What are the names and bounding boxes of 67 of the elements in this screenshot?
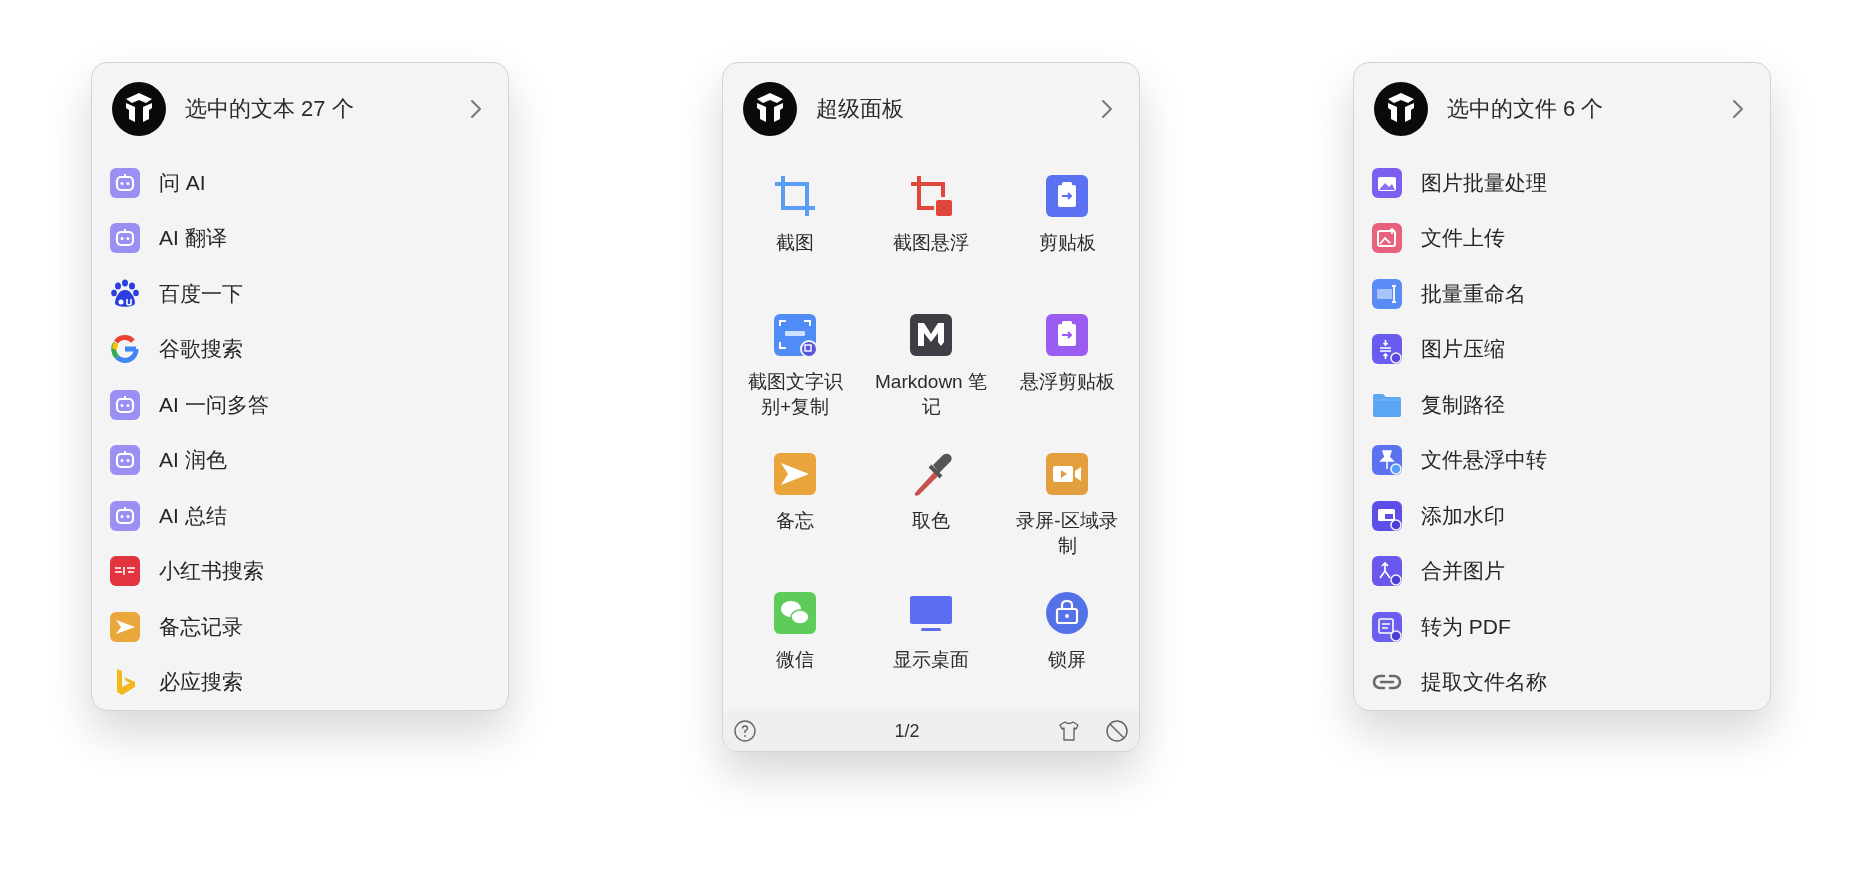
tool-label: 微信 [776, 648, 814, 672]
tool-label: 剪贴板 [1038, 231, 1096, 255]
image-icon [1371, 166, 1403, 199]
g-logo-icon [109, 333, 141, 366]
pin-icon [1371, 444, 1403, 477]
robot-icon [109, 444, 141, 477]
menu-item[interactable]: 百度一下 [92, 266, 508, 322]
menu-item[interactable]: 批量重命名 [1354, 266, 1770, 322]
menu-item[interactable]: 文件悬浮中转 [1354, 432, 1770, 488]
menu-item[interactable]: 文件上传 [1354, 210, 1770, 266]
tool-label: 录屏-区域录制 [1015, 509, 1119, 558]
clipboard-icon[interactable] [1044, 312, 1090, 358]
document-icon [1371, 610, 1403, 643]
menu-item[interactable]: 图片批量处理 [1354, 155, 1770, 211]
image-upload-icon [1371, 222, 1403, 255]
tool-label: 显示桌面 [893, 648, 969, 672]
logo-icon [112, 82, 166, 136]
panel-title: 选中的文本 27 个 [185, 95, 355, 123]
menu-item[interactable]: 小红书搜索 [92, 543, 508, 599]
tool-label: Markdown 笔记 [875, 370, 987, 419]
robot-icon [109, 499, 141, 532]
menu-item[interactable]: AI 翻译 [92, 210, 508, 266]
logo-icon [1374, 82, 1428, 136]
tool-label: 悬浮剪贴板 [1019, 370, 1115, 394]
page-indicator: 1/2 [893, 720, 921, 742]
shirt-icon[interactable] [1057, 719, 1081, 743]
robot-icon [109, 388, 141, 421]
menu-item[interactable]: 复制路径 [1354, 377, 1770, 433]
menu-item[interactable]: AI 总结 [92, 488, 508, 544]
chat-bubbles-icon[interactable] [772, 590, 818, 636]
tool-label: 截图文字识别+复制 [746, 370, 844, 419]
menu-item[interactable]: 提取文件名称 [1354, 654, 1770, 710]
rename-icon [1371, 277, 1403, 310]
menu-item[interactable]: 问 AI [92, 155, 508, 211]
crop-icon[interactable] [772, 173, 818, 219]
menu-item[interactable]: 必应搜索 [92, 654, 508, 710]
lock-icon[interactable] [1044, 590, 1090, 636]
watermark-icon [1371, 499, 1403, 532]
note-tile-icon [109, 555, 141, 588]
menu-item[interactable]: 转为 PDF [1354, 599, 1770, 655]
prohibit-icon[interactable] [1105, 719, 1129, 743]
menu-item[interactable]: 谷歌搜索 [92, 321, 508, 377]
panel-title: 超级面板 [816, 95, 905, 123]
m-logo-icon[interactable] [908, 312, 954, 358]
crop-icon[interactable] [908, 173, 954, 219]
menu-item[interactable]: 图片压缩 [1354, 321, 1770, 377]
logo-icon [743, 82, 797, 136]
tool-label: 截图 [776, 231, 814, 255]
panel-title: 选中的文件 6 个 [1447, 95, 1605, 123]
scan-icon[interactable] [772, 312, 818, 358]
help-icon[interactable] [733, 719, 757, 743]
robot-icon [109, 222, 141, 255]
menu-item[interactable]: 合并图片 [1354, 543, 1770, 599]
tool-label: 取色 [912, 509, 950, 533]
compress-icon [1371, 333, 1403, 366]
robot-icon [109, 166, 141, 199]
tool-label: 备忘 [776, 509, 814, 533]
menu-item[interactable]: AI 润色 [92, 432, 508, 488]
merge-icon [1371, 555, 1403, 588]
video-camera-icon[interactable] [1044, 451, 1090, 497]
tool-label: 锁屏 [1048, 648, 1086, 672]
tool-label: 截图悬浮 [893, 231, 969, 255]
menu-item[interactable]: 备忘记录 [92, 599, 508, 655]
paw-icon [109, 277, 141, 310]
menu-item[interactable]: AI 一问多答 [92, 377, 508, 433]
clipboard-icon[interactable] [1044, 173, 1090, 219]
menu-item[interactable]: 添加水印 [1354, 488, 1770, 544]
